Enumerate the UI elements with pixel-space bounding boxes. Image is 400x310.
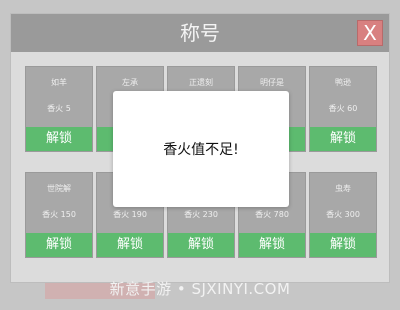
unlock-button[interactable]: 解锁: [97, 233, 163, 257]
unlock-button[interactable]: 解锁: [26, 233, 92, 257]
dialog-message: 香火值不足!: [163, 142, 239, 158]
card-name: 虫寿: [335, 184, 351, 193]
card-name: 世院解: [47, 184, 71, 193]
title-card: 如羊 香火 5 解锁: [25, 66, 93, 152]
unlock-button[interactable]: 解锁: [310, 127, 376, 151]
card-incense-cost: 香火 60: [328, 104, 358, 113]
card-incense-cost: 香火 190: [113, 210, 147, 219]
card-incense-cost: 香火 780: [255, 210, 289, 219]
title-card: 虫寿 香火 300 解锁: [309, 172, 377, 258]
title-card: 鸭逊 香火 60 解锁: [309, 66, 377, 152]
card-name: 明仔是: [260, 78, 284, 87]
close-icon: X: [363, 21, 377, 45]
card-incense-cost: 香火 150: [42, 210, 76, 219]
watermark: 新意手游 • SJXINYI.COM: [109, 280, 291, 298]
card-name: 鸭逊: [335, 78, 351, 87]
title-card: 世院解 香火 150 解锁: [25, 172, 93, 258]
card-name: 正遗刻: [189, 78, 213, 87]
card-name: 如羊: [51, 78, 67, 87]
unlock-button[interactable]: 解锁: [26, 127, 92, 151]
panel-title: 称号: [180, 21, 220, 45]
unlock-button[interactable]: 解锁: [168, 233, 234, 257]
alert-dialog[interactable]: 香火值不足!: [113, 91, 289, 207]
card-incense-cost: 香火 5: [47, 104, 71, 113]
unlock-button[interactable]: 解锁: [310, 233, 376, 257]
card-incense-cost: 香火 300: [326, 210, 360, 219]
unlock-button[interactable]: 解锁: [239, 233, 305, 257]
close-button[interactable]: X: [357, 20, 383, 46]
panel-header: 称号: [11, 14, 389, 52]
card-incense-cost: 香火 230: [184, 210, 218, 219]
card-name: 左承: [122, 78, 138, 87]
